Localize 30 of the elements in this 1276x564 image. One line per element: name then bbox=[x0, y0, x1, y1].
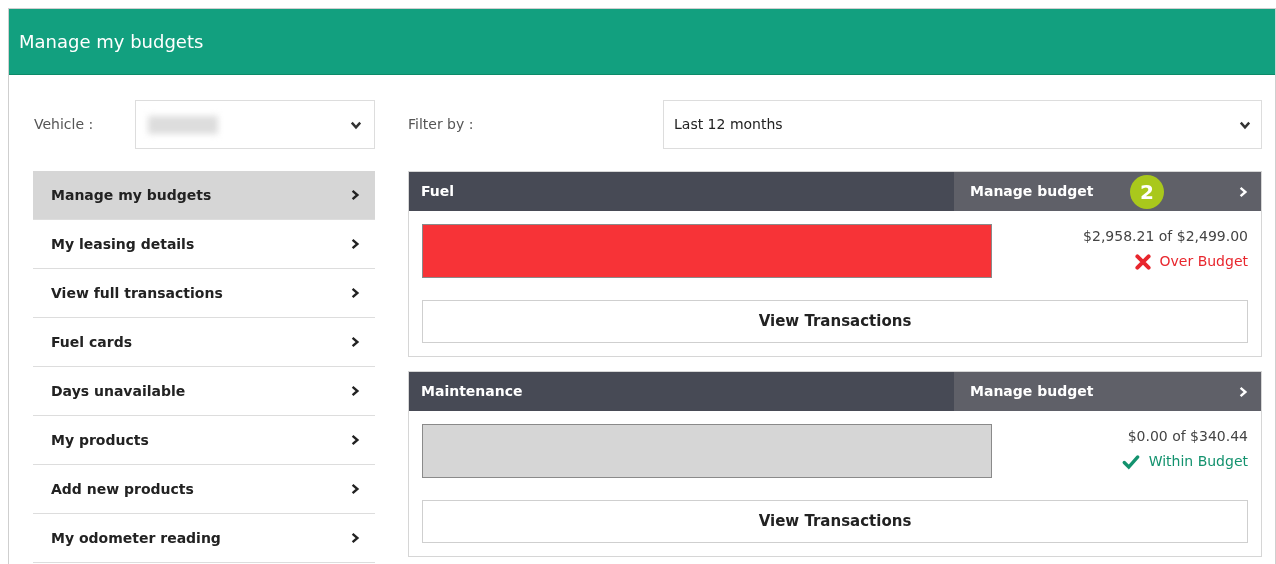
view-transactions-button[interactable]: View Transactions bbox=[422, 500, 1248, 543]
manage-budget-button[interactable]: Manage budget 2 bbox=[954, 172, 1261, 211]
chevron-right-icon bbox=[349, 483, 361, 495]
chevron-right-icon bbox=[349, 238, 361, 250]
sidebar-item[interactable]: Manage my budgets bbox=[33, 171, 375, 220]
chevron-right-icon bbox=[349, 287, 361, 299]
filter-select[interactable]: Last 12 months bbox=[663, 100, 1262, 149]
chevron-right-icon bbox=[349, 189, 361, 201]
budget-status: Over Budget bbox=[1159, 252, 1248, 271]
vehicle-label: Vehicle : bbox=[33, 115, 95, 134]
filter-label: Filter by : bbox=[408, 115, 475, 134]
chevron-right-icon bbox=[1237, 385, 1249, 398]
callout-badge: 2 bbox=[1130, 175, 1164, 209]
view-transactions-button[interactable]: View Transactions bbox=[422, 300, 1248, 343]
cross-icon bbox=[1133, 252, 1152, 271]
page-title: Manage my budgets bbox=[19, 30, 204, 54]
blurred-value bbox=[148, 115, 218, 134]
vehicle-select[interactable] bbox=[135, 100, 375, 149]
manage-budget-button[interactable]: Manage budget bbox=[954, 372, 1261, 411]
card-title: Maintenance bbox=[421, 382, 523, 401]
chevron-right-icon bbox=[1237, 185, 1249, 198]
chevron-right-icon bbox=[349, 336, 361, 348]
budget-status: Within Budget bbox=[1148, 452, 1248, 471]
card-title: Fuel bbox=[421, 182, 455, 201]
chevron-right-icon bbox=[349, 385, 361, 397]
chevron-right-icon bbox=[349, 532, 361, 544]
check-icon bbox=[1120, 452, 1141, 471]
budget-amount: $0.00 of $340.44 bbox=[1127, 427, 1248, 446]
budget-amount: $2,958.21 of $2,499.00 bbox=[1083, 227, 1248, 246]
chevron-right-icon bbox=[349, 434, 361, 446]
